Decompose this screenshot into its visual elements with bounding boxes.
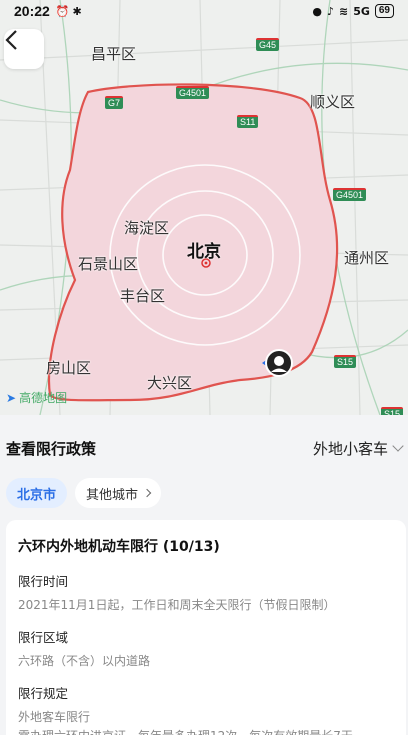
policy-card[interactable]: 六环内外地机动车限行 (10/13) 限行时间 2021年11月1日起，工作日和… (6, 520, 406, 735)
highway-shield: S11 (237, 115, 259, 128)
status-time: 20:22 (14, 3, 50, 19)
tab-beijing[interactable]: 北京市 (6, 478, 68, 508)
user-location-marker[interactable] (262, 348, 294, 378)
district-label-tongzhou: 通州区 (344, 249, 390, 267)
user-avatar-icon (262, 349, 293, 377)
panel-header: 查看限行政策 外地小客车 (0, 430, 408, 466)
location-icon: ● (312, 4, 322, 18)
back-button[interactable] (4, 29, 44, 69)
status-left-icons: ⏰ ✱ (56, 5, 82, 18)
chevron-right-icon (142, 488, 152, 498)
policy-title: 六环内外地机动车限行 (10/13) (18, 539, 220, 555)
alarm-icon: ⏰ (55, 4, 70, 18)
vehicle-type-select[interactable]: 外地小客车 (312, 438, 404, 459)
back-arrow-icon (5, 30, 17, 50)
vehicle-type-label: 外地小客车 (312, 439, 388, 458)
district-label-daxing: 大兴区 (147, 374, 193, 392)
highway-shield: G45 (256, 38, 280, 51)
highway-shield: G7 (105, 96, 124, 109)
tab-label: 北京市 (17, 487, 57, 503)
wifi-icon: ≋ (338, 4, 349, 18)
district-label-shunyi: 顺义区 (310, 93, 356, 111)
mic-icon: ♪ (326, 4, 334, 18)
district-label-fangshan: 房山区 (46, 359, 92, 377)
tab-other-cities[interactable]: 其他城市 (75, 478, 162, 508)
district-label-fengtai: 丰台区 (120, 287, 166, 305)
section-text-rules: 外地客车限行 (18, 710, 91, 724)
signal-icon: 5G (353, 4, 370, 18)
section-text-area: 六环路（不含）以内道路 (18, 654, 151, 668)
watermark-text: 高德地图 (19, 391, 68, 405)
section-text-rules-detail: 需办理六环内进京证，每年最多办理12次，每次有效期最长7天 (18, 727, 394, 735)
panel-title: 查看限行政策 (6, 439, 97, 458)
district-label-haidian: 海淀区 (124, 219, 170, 237)
section-label-time: 限行时间 (18, 574, 69, 589)
status-bar: 20:22 ⏰ ✱ ● ♪ ≋ 5G 69 (0, 0, 408, 22)
highway-shield: S15 (381, 407, 404, 415)
district-label-shijingshan: 石景山区 (78, 255, 139, 273)
navigation-arrow-icon: ➤ (6, 390, 17, 405)
section-label-rules: 限行规定 (18, 686, 69, 701)
tab-label: 其他城市 (86, 487, 139, 503)
map-watermark: ➤ 高德地图 (6, 389, 67, 406)
city-tabs: 北京市 其他城市 (0, 478, 408, 508)
city-label-beijing: 北京 (187, 242, 221, 262)
section-text-time: 2021年11月1日起，工作日和周末全天限行（节假日限制） (18, 598, 336, 612)
highway-shield: S15 (334, 355, 357, 368)
highway-shield: G4501 (333, 188, 367, 201)
map-canvas (0, 0, 408, 415)
map-view[interactable]: 昌平区 顺义区 海淀区 石景山区 丰台区 通州区 房山区 大兴区 北京 G45 … (0, 0, 408, 415)
chevron-down-icon (392, 439, 404, 452)
section-label-area: 限行区域 (18, 630, 69, 645)
bluetooth-icon: ✱ (72, 4, 82, 18)
highway-shield: G4501 (176, 86, 210, 99)
district-label-changping: 昌平区 (91, 45, 137, 63)
battery-icon: 69 (374, 4, 394, 18)
status-right: ● ♪ ≋ 5G 69 (312, 4, 394, 18)
policy-panel: 查看限行政策 外地小客车 北京市 其他城市 六环内外地机动车限行 (10/13)… (0, 430, 408, 735)
